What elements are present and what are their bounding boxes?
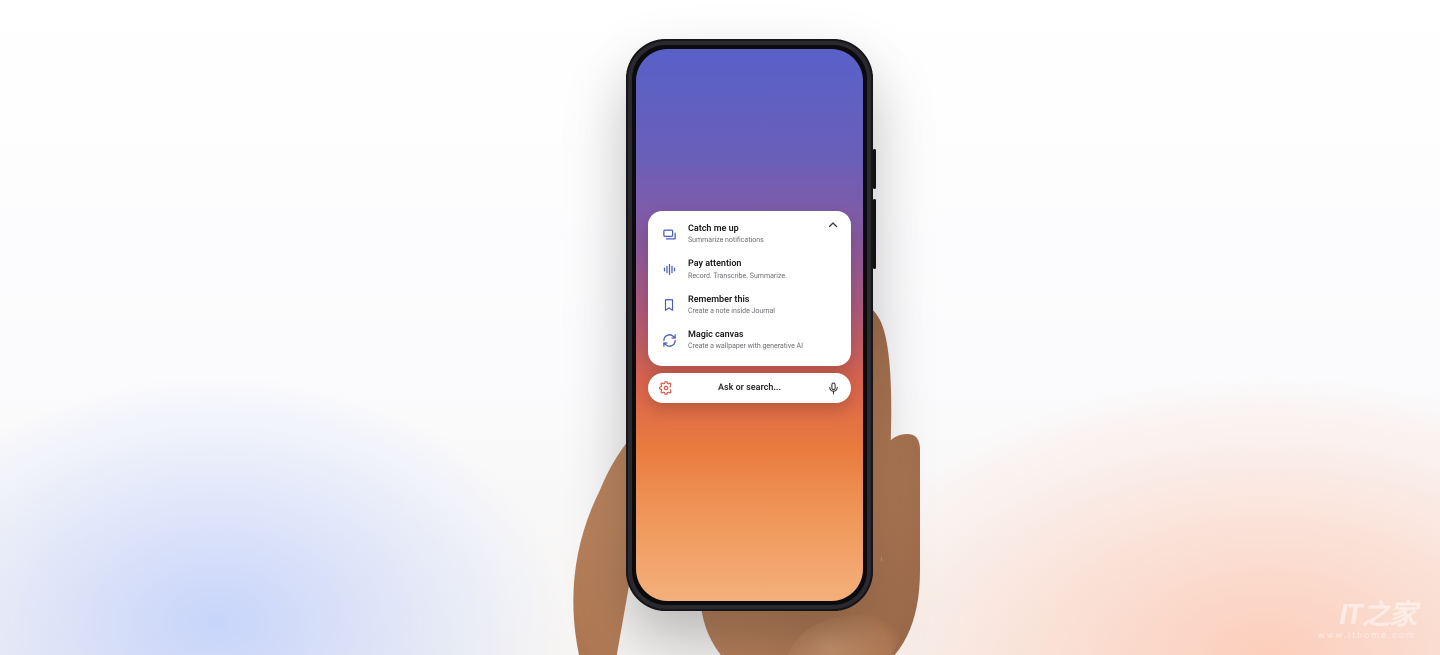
assistant-suggestions-card: Catch me up Summarize notifications Pay … [648,211,851,366]
suggestion-text: Pay attention Record. Transcribe. Summar… [688,259,837,280]
watermark-url: www.ithome.com [1318,631,1416,641]
suggestion-subtitle: Create a note inside Journal [688,307,837,316]
sparkle-refresh-icon [660,331,678,349]
suggestion-title: Catch me up [688,224,837,235]
suggestion-title: Remember this [688,295,837,306]
suggestion-remember-this[interactable]: Remember this Create a note inside Journ… [648,288,851,323]
suggestion-subtitle: Create a wallpaper with generative AI [688,342,837,351]
suggestion-title: Magic canvas [688,330,837,341]
suggestion-pay-attention[interactable]: Pay attention Record. Transcribe. Summar… [648,252,851,287]
watermark: IT之家 www.ithome.com [1318,601,1416,641]
watermark-logo: IT之家 [1318,601,1416,629]
suggestion-catch-me-up[interactable]: Catch me up Summarize notifications [648,217,851,252]
microphone-icon [827,382,840,395]
suggestion-text: Catch me up Summarize notifications [688,224,837,245]
suggestion-subtitle: Summarize notifications [688,236,837,245]
phone-screen: Catch me up Summarize notifications Pay … [636,49,863,601]
assistant-search-bar[interactable]: Ask or search... [648,373,851,403]
suggestion-text: Remember this Create a note inside Journ… [688,295,837,316]
suggestion-text: Magic canvas Create a wallpaper with gen… [688,330,837,351]
phone-device-frame: Catch me up Summarize notifications Pay … [626,39,873,611]
audio-wave-icon [660,260,678,278]
search-placeholder[interactable]: Ask or search... [682,383,817,393]
gear-icon [659,381,673,395]
suggestion-title: Pay attention [688,259,837,270]
voice-input-button[interactable] [825,380,841,396]
settings-button[interactable] [658,380,674,396]
collapse-button[interactable] [825,217,841,233]
suggestion-magic-canvas[interactable]: Magic canvas Create a wallpaper with gen… [648,323,851,358]
suggestion-subtitle: Record. Transcribe. Summarize. [688,272,837,281]
notifications-summary-icon [660,225,678,243]
chevron-up-icon [828,220,838,230]
bookmark-icon [660,296,678,314]
